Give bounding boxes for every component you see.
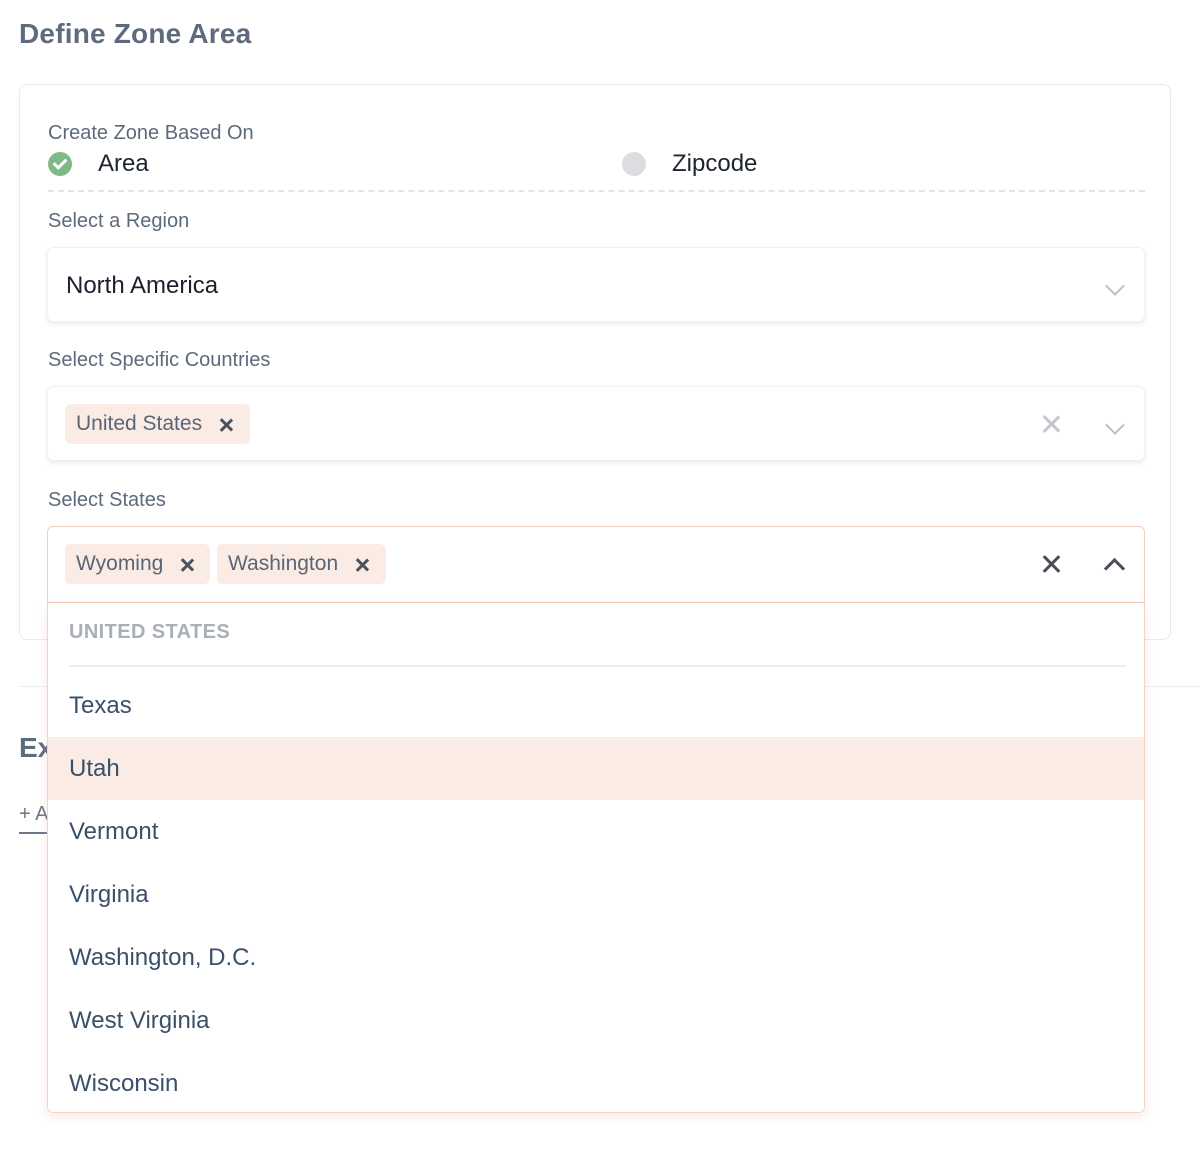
zone-basis-label: Create Zone Based On	[48, 122, 254, 144]
page-title: Define Zone Area	[19, 18, 252, 49]
dropdown-option[interactable]: Washington, D.C.	[48, 926, 1144, 989]
state-tag: Washington	[217, 544, 386, 584]
dashed-divider	[48, 190, 1145, 192]
dropdown-option[interactable]: Vermont	[48, 800, 1144, 863]
clear-icon[interactable]	[1040, 413, 1062, 435]
remove-tag-icon[interactable]	[219, 418, 233, 432]
remove-tag-icon[interactable]	[355, 558, 369, 572]
states-select[interactable]: Wyoming Washington	[47, 526, 1145, 603]
radio-circle-icon	[622, 152, 646, 176]
states-dropdown-menu: UNITED STATES Texas Utah Vermont Virgini…	[47, 603, 1145, 1113]
country-tag: United States	[65, 404, 250, 444]
state-tag: Wyoming	[65, 544, 210, 584]
radio-area[interactable]: Area	[48, 150, 149, 178]
check-circle-icon	[48, 152, 72, 176]
region-label: Select a Region	[48, 210, 190, 232]
group-header: UNITED STATES	[69, 621, 231, 643]
region-select-value: North America	[66, 271, 219, 299]
states-label: Select States	[48, 489, 166, 511]
radio-zipcode-label: Zipcode	[672, 150, 758, 177]
chevron-down-icon[interactable]	[1105, 415, 1125, 435]
dropdown-option[interactable]: Virginia	[48, 863, 1144, 926]
countries-label: Select Specific Countries	[48, 349, 271, 371]
remove-tag-icon[interactable]	[180, 558, 194, 572]
chevron-down-icon[interactable]	[1105, 276, 1125, 296]
state-tag-label: Washington	[228, 552, 339, 575]
dropdown-option[interactable]: Texas	[48, 674, 1144, 737]
radio-area-label: Area	[98, 150, 149, 177]
dropdown-option[interactable]: Wisconsin	[48, 1052, 1144, 1115]
clear-icon[interactable]	[1040, 553, 1062, 575]
group-divider	[69, 665, 1126, 667]
state-tag-label: Wyoming	[76, 552, 164, 575]
dropdown-option[interactable]: West Virginia	[48, 989, 1144, 1052]
countries-select[interactable]: United States	[47, 386, 1145, 461]
radio-zipcode[interactable]: Zipcode	[622, 150, 757, 178]
country-tag-label: United States	[76, 412, 203, 435]
region-select[interactable]: North America	[47, 247, 1145, 322]
chevron-up-icon[interactable]	[1103, 557, 1126, 580]
dropdown-option[interactable]: Utah	[48, 737, 1144, 800]
